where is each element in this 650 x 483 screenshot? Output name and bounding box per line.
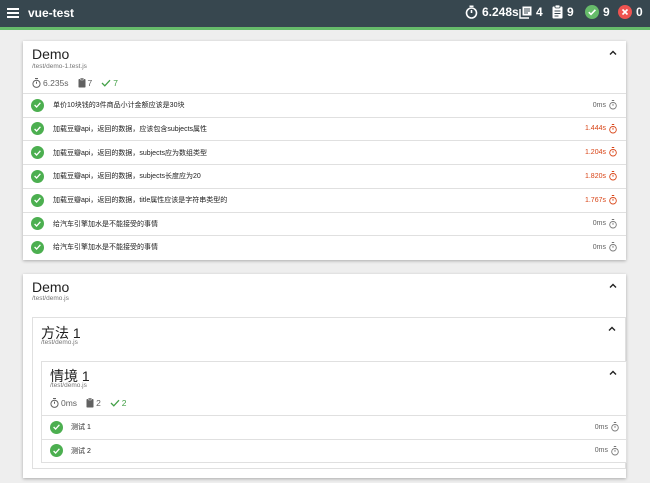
pass-check-icon bbox=[50, 420, 63, 434]
timer-icon bbox=[609, 147, 617, 159]
check-circle-icon bbox=[585, 5, 599, 19]
test-row[interactable]: 给汽车引擎加水是不能接受的事情 0ms bbox=[23, 211, 626, 236]
pass-check-icon bbox=[50, 444, 63, 458]
check-icon bbox=[110, 399, 120, 407]
test-name: 加载豆瓣api，返回的数据，应该包含subjects属性 bbox=[53, 125, 208, 133]
total-duration-value: 6.248s bbox=[482, 5, 519, 19]
test-name: 加载豆瓣api，返回的数据，subjects长度应为20 bbox=[53, 173, 201, 181]
clipboard-icon bbox=[86, 398, 94, 408]
test-duration: 1.204s bbox=[584, 149, 606, 157]
clipboard-icon bbox=[552, 5, 563, 19]
test-row[interactable]: 加载豆瓣api，返回的数据，应该包含subjects属性 1.444s bbox=[23, 116, 626, 141]
suite-test-count: 7 bbox=[87, 78, 93, 88]
method-path: /test/demo.js bbox=[41, 339, 78, 346]
suite-duration: 6.235s bbox=[43, 78, 69, 88]
app-title: vue-test bbox=[28, 6, 75, 20]
suite-path: /test/demo.js bbox=[32, 295, 69, 302]
scenario-passed-count: 2 bbox=[121, 398, 127, 408]
test-row[interactable]: 给汽车引擎加水是不能接受的事情 0ms bbox=[23, 235, 626, 259]
menu-icon[interactable] bbox=[7, 8, 19, 18]
failed-count-value: 0 bbox=[636, 5, 643, 19]
method-block: 方法 1 /test/demo.js 情境 1 /test/demo.js 0m… bbox=[32, 317, 628, 469]
pass-check-icon bbox=[31, 169, 44, 183]
stopwatch-icon bbox=[50, 398, 59, 408]
timer-icon bbox=[611, 445, 619, 458]
test-count: 9 bbox=[552, 5, 574, 19]
test-row[interactable]: 单价10块钱的3件商品小计金额应该是30块 0ms bbox=[23, 93, 626, 117]
timer-icon bbox=[609, 242, 617, 254]
clipboard-icon bbox=[78, 78, 86, 88]
suite-path: /test/demo-1.test.js bbox=[32, 63, 87, 70]
collapse-icon[interactable] bbox=[608, 281, 618, 291]
timer-icon bbox=[609, 218, 617, 231]
total-duration: 6.248s bbox=[465, 5, 519, 19]
test-row[interactable]: 测试 1 0ms bbox=[42, 415, 628, 439]
suite-summary: 6.235s 7 7 bbox=[32, 78, 127, 88]
timer-icon bbox=[611, 422, 619, 434]
failed-count: 0 bbox=[618, 5, 643, 19]
timer-icon bbox=[609, 123, 617, 136]
test-name: 单价10块钱的3件商品小计金额应该是30块 bbox=[53, 102, 185, 110]
test-name: 加载豆瓣api，返回的数据，subjects应为数组类型 bbox=[53, 149, 208, 157]
suite-title: Demo bbox=[32, 279, 70, 295]
test-row[interactable]: 加载豆瓣api，返回的数据，subjects应为数组类型 1.204s bbox=[23, 140, 626, 164]
test-name: 给汽车引擎加水是不能接受的事情 bbox=[53, 220, 158, 228]
check-icon bbox=[101, 79, 111, 87]
pass-check-icon bbox=[31, 193, 44, 207]
test-duration: 0ms bbox=[594, 423, 608, 431]
library-books-icon bbox=[519, 6, 532, 19]
test-name: 加载豆瓣api，返回的数据，title属性应该是字符串类型的 bbox=[53, 197, 228, 205]
stopwatch-icon bbox=[32, 78, 41, 88]
suite-title: Demo bbox=[32, 46, 70, 62]
test-row[interactable]: 加载豆瓣api，返回的数据，subjects长度应为20 1.820s bbox=[23, 164, 626, 188]
timer-icon bbox=[609, 194, 617, 207]
stopwatch-icon bbox=[465, 5, 478, 19]
collapse-icon[interactable] bbox=[607, 324, 617, 334]
pass-check-icon bbox=[31, 98, 44, 112]
suite-card-demo-1: Demo /test/demo-1.test.js 6.235s 7 7 单价1… bbox=[23, 41, 626, 260]
test-name: 给汽车引擎加水是不能接受的事情 bbox=[53, 244, 158, 252]
timer-icon bbox=[609, 171, 617, 183]
test-name: 测试 1 bbox=[71, 424, 91, 432]
top-app-bar: vue-test 6.248s 4 9 9 0 bbox=[0, 0, 650, 27]
suite-count-value: 4 bbox=[536, 5, 543, 19]
scenario-duration: 0ms bbox=[61, 398, 78, 408]
pass-check-icon bbox=[31, 240, 44, 254]
scenario-block: 情境 1 /test/demo.js 0ms 2 2 测试 1 0ms 测试 2… bbox=[41, 361, 628, 463]
suite-passed-count: 7 bbox=[113, 78, 118, 88]
test-name: 测试 2 bbox=[71, 447, 91, 455]
test-duration: 0ms bbox=[592, 101, 606, 109]
test-duration: 1.820s bbox=[584, 172, 606, 180]
collapse-icon[interactable] bbox=[608, 368, 618, 378]
suite-count: 4 bbox=[519, 5, 543, 19]
pass-check-icon bbox=[31, 217, 44, 231]
scenario-summary: 0ms 2 2 bbox=[50, 398, 136, 408]
test-duration: 0ms bbox=[592, 243, 606, 251]
test-duration: 1.444s bbox=[584, 125, 606, 133]
test-row[interactable]: 测试 2 0ms bbox=[42, 438, 628, 463]
collapse-icon[interactable] bbox=[608, 48, 618, 58]
suite-card-demo: Demo /test/demo.js 方法 1 /test/demo.js 情境… bbox=[23, 274, 628, 478]
scenario-test-count: 2 bbox=[96, 398, 101, 408]
timer-icon bbox=[609, 100, 617, 112]
test-row[interactable]: 加载豆瓣api，返回的数据，title属性应该是字符串类型的 1.767s bbox=[23, 187, 626, 212]
passed-count-value: 9 bbox=[603, 5, 610, 19]
pass-check-icon bbox=[31, 122, 44, 136]
pass-check-icon bbox=[31, 146, 44, 160]
test-duration: 1.767s bbox=[584, 196, 606, 204]
test-duration: 0ms bbox=[592, 220, 606, 228]
scenario-path: /test/demo.js bbox=[50, 382, 87, 389]
test-count-value: 9 bbox=[567, 5, 574, 19]
test-duration: 0ms bbox=[594, 447, 608, 455]
passed-count: 9 bbox=[585, 5, 610, 19]
cancel-circle-icon bbox=[618, 5, 632, 19]
topbar-progress-bar bbox=[0, 27, 650, 30]
